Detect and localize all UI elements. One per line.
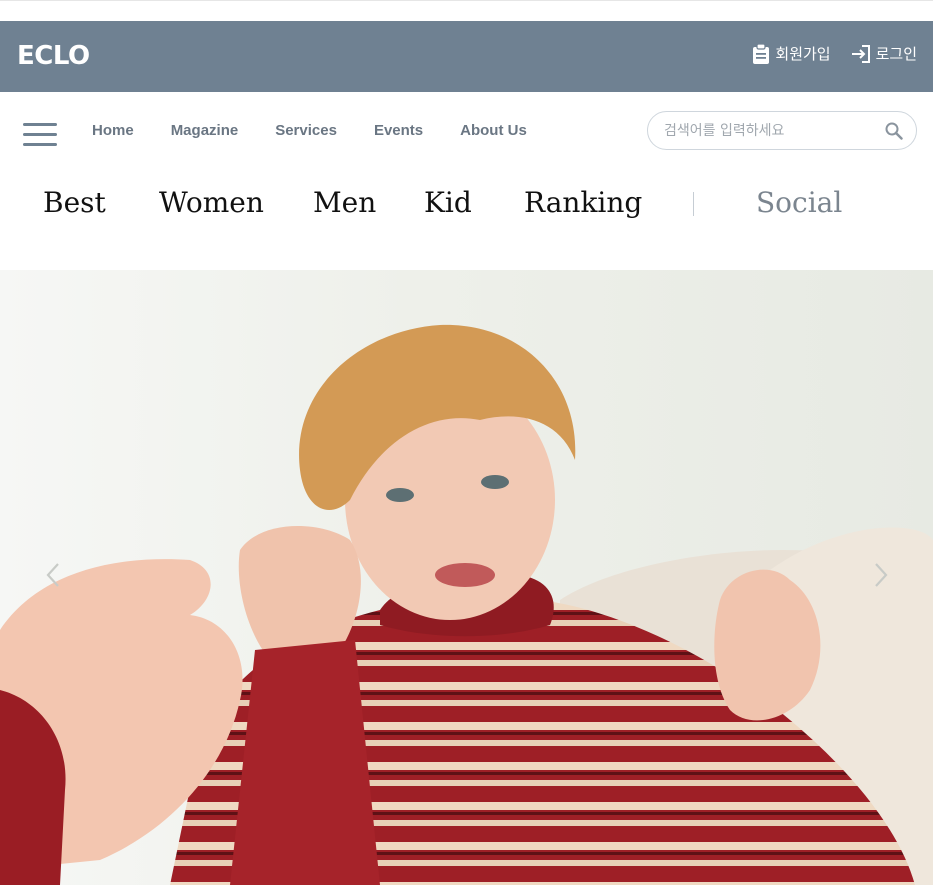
category-kid[interactable]: Kid: [424, 186, 472, 219]
clipboard-icon: [752, 43, 770, 64]
nav-link-magazine[interactable]: Magazine: [171, 122, 239, 139]
nav-link-about-us[interactable]: About Us: [460, 122, 527, 139]
login-icon: [851, 44, 871, 63]
main-navbar: Home Magazine Services Events About Us: [0, 92, 933, 172]
top-header: ECLO 회원가입 로그인: [0, 21, 933, 92]
browser-top-strip: [0, 0, 933, 21]
hero-image: [0, 270, 933, 885]
logo[interactable]: ECLO: [17, 41, 90, 71]
hero-carousel: [0, 270, 933, 885]
category-ranking[interactable]: Ranking: [524, 186, 642, 219]
login-label: 로그인: [875, 45, 917, 63]
nav-link-events[interactable]: Events: [374, 122, 423, 139]
login-link[interactable]: 로그인: [851, 43, 917, 64]
search-input[interactable]: [664, 121, 874, 141]
search-box: [647, 111, 917, 150]
search-icon[interactable]: [885, 122, 903, 145]
category-best[interactable]: Best: [43, 186, 106, 219]
auth-links: 회원가입 로그인: [752, 43, 917, 64]
nav-link-services[interactable]: Services: [275, 122, 337, 139]
hamburger-icon[interactable]: [23, 123, 57, 147]
signup-label: 회원가입: [775, 45, 831, 63]
nav-links: Home Magazine Services Events About Us: [92, 122, 564, 139]
category-divider: [693, 192, 694, 216]
signup-link[interactable]: 회원가입: [752, 43, 831, 64]
chevron-left-icon[interactable]: [42, 560, 66, 590]
category-women[interactable]: Women: [159, 186, 264, 219]
category-men[interactable]: Men: [313, 186, 376, 219]
category-menu: Best Women Men Kid Ranking Social: [0, 172, 933, 270]
nav-link-home[interactable]: Home: [92, 122, 134, 139]
category-social[interactable]: Social: [756, 186, 842, 219]
chevron-right-icon[interactable]: [868, 560, 892, 590]
